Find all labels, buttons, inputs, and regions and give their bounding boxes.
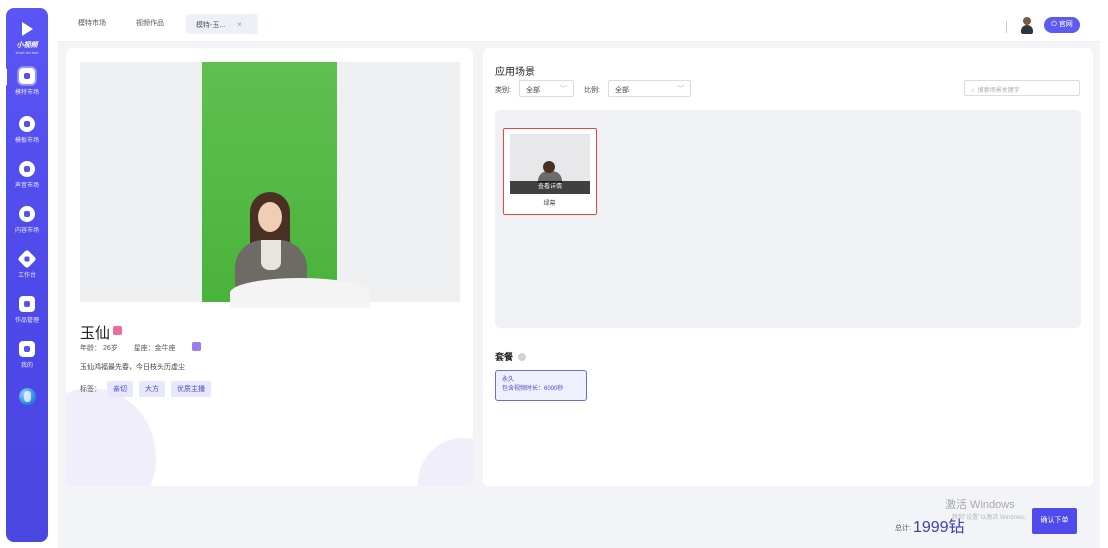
tags-label: 标签： (80, 386, 101, 393)
info-icon[interactable] (518, 353, 527, 361)
avatar[interactable] (1018, 16, 1036, 34)
scene-card-green-screen[interactable]: 查看详情 绿幕 (503, 128, 597, 215)
divider (1006, 21, 1007, 33)
search-icon: ○ (971, 88, 975, 94)
globe-icon[interactable] (19, 388, 36, 405)
model-tags: 标签： 亲切 大方 优质主播 (80, 381, 211, 397)
scene-selection-card: 应用场景 类别: 全部 ﹀ 比例: 全部 ﹀ ○ 搜索场景关键字 查看详情 绿幕 … (483, 48, 1093, 486)
user-icon (19, 341, 35, 357)
sidebar-item-content-market[interactable]: 内容市场 (6, 206, 48, 234)
play-logo-icon (21, 22, 33, 36)
sidebar-item-template-market[interactable]: 模板市场 (6, 116, 48, 144)
sidebar-item-workbench[interactable]: 工作台 (6, 249, 48, 279)
scene-search-input[interactable]: ○ 搜索场景关键字 (964, 80, 1080, 96)
order-total: 总计: 1999钻 (895, 519, 965, 536)
sidebar-item-sound-market[interactable]: 声音市场 (6, 161, 48, 189)
sidebar-item-works[interactable]: 作品管理 (6, 296, 48, 324)
decor-blob (418, 438, 473, 486)
scene-thumbnail: 查看详情 (510, 134, 590, 194)
model-preview-video[interactable] (80, 62, 460, 308)
model-profile-card (66, 48, 473, 486)
workbench-icon (17, 249, 37, 269)
works-icon (19, 296, 35, 312)
content-icon (19, 206, 35, 222)
model-constellation: 星座：金牛座 (134, 342, 215, 352)
app-logo[interactable]: 小视频 short vid hub (6, 22, 48, 55)
close-icon[interactable]: × (237, 20, 242, 29)
model-name: 玉仙 (80, 322, 123, 343)
scenes-title: 应用场景 (495, 67, 535, 78)
scene-name: 绿幕 (543, 201, 556, 207)
model-meta: 年龄： 26岁 星座：金牛座 (80, 342, 229, 353)
decor-blob (66, 388, 156, 486)
tab-model-detail[interactable]: 模特-玉... × (186, 14, 258, 34)
top-bar: 模特市场 视频作品 模特-玉... × ⏻ 官网 (58, 8, 1100, 42)
zodiac-badge-icon (191, 342, 201, 351)
sidebar-item-model-market[interactable]: 模特市场 (3, 68, 48, 96)
template-icon (19, 116, 35, 132)
sidebar: 小视频 short vid hub 模特市场 模板市场 声音市场 内容市场 工作… (3, 8, 48, 542)
tab-video-works[interactable]: 视频作品 (136, 18, 164, 28)
gender-badge-icon (113, 326, 123, 335)
official-site-button[interactable]: ⏻ 官网 (1044, 17, 1080, 33)
tag-chip[interactable]: 优质主播 (171, 381, 211, 397)
package-option[interactable]: 永久 包含视频时长：6000秒 (495, 370, 587, 401)
total-amount: 1999钻 (912, 519, 965, 536)
package-title: 套餐 (495, 350, 527, 363)
category-label: 类别: (495, 87, 511, 94)
tag-chip[interactable]: 大方 (139, 381, 165, 397)
person-icon (19, 68, 35, 84)
confirm-order-button[interactable]: 确认下单 (1032, 508, 1077, 534)
category-select[interactable]: 全部 ﹀ (519, 80, 574, 97)
chevron-down-icon: ﹀ (677, 86, 684, 93)
tag-chip[interactable]: 亲切 (107, 381, 133, 397)
ratio-select[interactable]: 全部 ﹀ (608, 80, 691, 97)
ratio-label: 比例: (584, 87, 600, 94)
sound-icon (19, 161, 35, 177)
windows-activation-watermark: 激活 Windows (945, 499, 1015, 511)
view-details-button[interactable]: 查看详情 (510, 181, 590, 194)
sidebar-item-mine[interactable]: 我的 (6, 341, 48, 369)
tab-model-market[interactable]: 模特市场 (78, 18, 106, 28)
chevron-down-icon: ﹀ (560, 86, 567, 93)
model-age: 年龄： 26岁 (80, 345, 118, 352)
model-description: 玉仙鸿福最先春，今日枝头历虚尘 (80, 364, 185, 371)
